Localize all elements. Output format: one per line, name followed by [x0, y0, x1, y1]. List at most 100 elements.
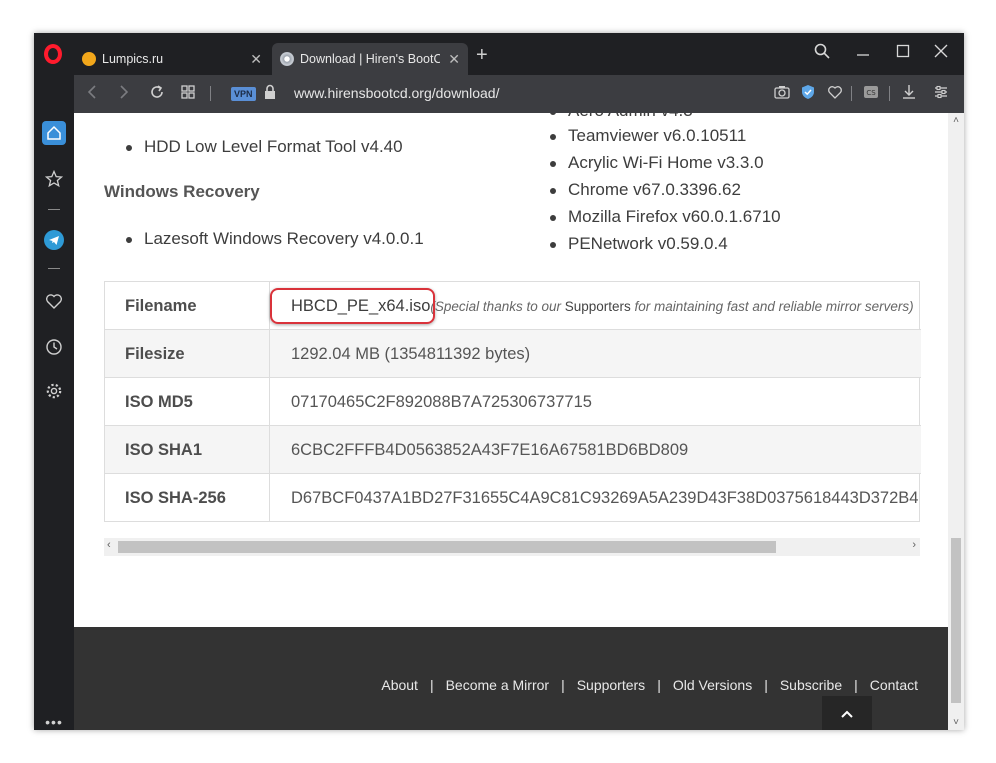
- scroll-down-icon[interactable]: ˅: [948, 717, 964, 728]
- supporters-link[interactable]: Supporters: [565, 299, 631, 314]
- list-bullet: [550, 188, 556, 194]
- cd-favicon-icon: [280, 52, 294, 66]
- search-tabs-icon[interactable]: [814, 43, 830, 65]
- list-item: Mozilla Firefox v60.0.1.6710: [568, 207, 781, 226]
- lock-icon[interactable]: [264, 84, 276, 106]
- scroll-up-icon[interactable]: ˄: [948, 115, 964, 126]
- list-bullet: [550, 242, 556, 248]
- list-item: PENetwork v0.59.0.4: [568, 234, 728, 253]
- list-bullet: [550, 161, 556, 167]
- table-horizontal-scrollbar[interactable]: ‹ ›: [104, 538, 920, 556]
- site-footer: About | Become a Mirror | Supporters | O…: [74, 627, 948, 730]
- opera-sidebar: •••: [34, 113, 74, 730]
- close-window-icon[interactable]: [934, 43, 948, 65]
- list-bullet: [550, 215, 556, 221]
- table-key: ISO MD5: [105, 378, 270, 426]
- scrollbar-thumb[interactable]: [951, 538, 961, 703]
- reload-icon[interactable]: [149, 84, 165, 106]
- new-tab-button[interactable]: +: [476, 45, 488, 65]
- footer-link-contact[interactable]: Contact: [870, 677, 918, 693]
- page-vertical-scrollbar[interactable]: ˄ ˅: [948, 113, 964, 730]
- footer-link-old-versions[interactable]: Old Versions: [673, 677, 752, 693]
- table-value: 1292.04 MB (1354811392 bytes): [291, 345, 531, 363]
- footer-separator: |: [764, 677, 768, 693]
- tab-close-icon[interactable]: ✕: [448, 51, 460, 67]
- list-item: HDD Low Level Format Tool v4.40: [144, 137, 403, 156]
- list-item: Chrome v67.0.3396.62: [568, 180, 741, 199]
- table-row-filename: Filename HBCD_PE_x64.iso(Special thanks …: [105, 282, 921, 330]
- tab-label: Lumpics.ru: [102, 52, 164, 66]
- chevron-up-icon: [841, 710, 853, 718]
- more-icon[interactable]: •••: [42, 710, 66, 730]
- table-key: Filesize: [105, 330, 270, 378]
- tab-strip: Lumpics.ru ✕ Download | Hiren's BootCD ✕…: [34, 33, 964, 75]
- section-heading-windows-recovery: Windows Recovery: [104, 182, 260, 201]
- table-row: Filesize 1292.04 MB (1354811392 bytes): [105, 330, 921, 378]
- easy-setup-icon[interactable]: [934, 84, 948, 106]
- scrollbar-thumb[interactable]: [118, 541, 776, 553]
- telegram-icon[interactable]: [44, 230, 64, 250]
- table-value: 07170465C2F892088B7A725306737715: [291, 393, 592, 411]
- settings-icon[interactable]: [42, 379, 66, 403]
- download-info-table: Filename HBCD_PE_x64.iso(Special thanks …: [104, 281, 921, 522]
- toolbar-separator: [889, 86, 890, 101]
- extension-icon[interactable]: CS: [863, 84, 879, 106]
- list-item: Teamviewer v6.0.10511: [568, 126, 747, 145]
- star-icon[interactable]: [42, 167, 66, 191]
- scroll-right-icon[interactable]: ›: [912, 539, 916, 551]
- download-icon[interactable]: [902, 84, 916, 106]
- footer-separator: |: [854, 677, 858, 693]
- scroll-left-icon[interactable]: ‹: [107, 539, 111, 551]
- footer-link-become-a-mirror[interactable]: Become a Mirror: [446, 677, 549, 693]
- table-row: ISO SHA-256 D67BCF0437A1BD27F31655C4A9C8…: [105, 474, 921, 522]
- maximize-icon[interactable]: [896, 43, 910, 65]
- tab-label: Download | Hiren's BootCD: [300, 52, 440, 66]
- back-icon[interactable]: [86, 84, 98, 106]
- address-bar: VPN www.hirensbootcd.org/download/ CS: [74, 75, 964, 113]
- speed-dial-icon[interactable]: [181, 84, 195, 106]
- tab-hirens-download[interactable]: Download | Hiren's BootCD ✕: [272, 43, 468, 75]
- table-key: ISO SHA1: [105, 426, 270, 474]
- tab-close-icon[interactable]: ✕: [250, 51, 262, 67]
- highlight-annotation: [270, 288, 435, 324]
- footer-link-about[interactable]: About: [381, 677, 418, 693]
- mirror-note-text: for maintaining fast and reliable mirror…: [630, 299, 914, 314]
- table-row: ISO MD5 07170465C2F892088B7A725306737715: [105, 378, 921, 426]
- history-icon[interactable]: [42, 335, 66, 359]
- list-item: Acrylic Wi-Fi Home v3.3.0: [568, 153, 764, 172]
- footer-link-supporters[interactable]: Supporters: [577, 677, 645, 693]
- tab-lumpics[interactable]: Lumpics.ru ✕: [74, 43, 270, 75]
- toolbar-separator: [851, 86, 852, 101]
- list-bullet: [126, 237, 132, 243]
- home-icon[interactable]: [42, 121, 66, 145]
- list-item: Aero Admin v4.3: [568, 113, 693, 121]
- list-bullet: [550, 113, 556, 115]
- opera-logo-icon[interactable]: [44, 44, 62, 64]
- footer-separator: |: [429, 677, 434, 693]
- mirror-note: (Special thanks to our Supporters for ma…: [430, 299, 913, 314]
- minimize-icon[interactable]: [856, 43, 870, 65]
- footer-link-subscribe[interactable]: Subscribe: [780, 677, 842, 693]
- table-key: Filename: [105, 282, 270, 330]
- list-bullet: [126, 145, 132, 151]
- table-key: ISO SHA-256: [105, 474, 270, 522]
- toolbar-separator: [210, 86, 211, 101]
- back-to-top-button[interactable]: [822, 696, 872, 730]
- camera-icon[interactable]: [774, 84, 790, 106]
- footer-nav: About | Become a Mirror | Supporters | O…: [381, 677, 918, 693]
- forward-icon[interactable]: [118, 84, 130, 106]
- sidebar-divider: [48, 268, 60, 269]
- vpn-badge[interactable]: VPN: [231, 87, 256, 101]
- table-row: ISO SHA1 6CBC2FFFB4D0563852A43F7E16A6758…: [105, 426, 921, 474]
- heart-icon[interactable]: [827, 84, 843, 106]
- svg-text:CS: CS: [866, 89, 876, 97]
- url-field[interactable]: www.hirensbootcd.org/download/: [294, 85, 499, 101]
- footer-separator: |: [657, 677, 661, 693]
- browser-window: Lumpics.ru ✕ Download | Hiren's BootCD ✕…: [34, 33, 964, 730]
- sidebar-divider: [48, 209, 60, 210]
- page-viewport: HDD Low Level Format Tool v4.40 Windows …: [74, 113, 948, 730]
- heart-icon[interactable]: [42, 289, 66, 313]
- list-item: Lazesoft Windows Recovery v4.0.0.1: [144, 229, 424, 248]
- table-value: 6CBC2FFFB4D0563852A43F7E16A67581BD6BD809: [291, 441, 689, 459]
- shield-icon[interactable]: [800, 84, 816, 106]
